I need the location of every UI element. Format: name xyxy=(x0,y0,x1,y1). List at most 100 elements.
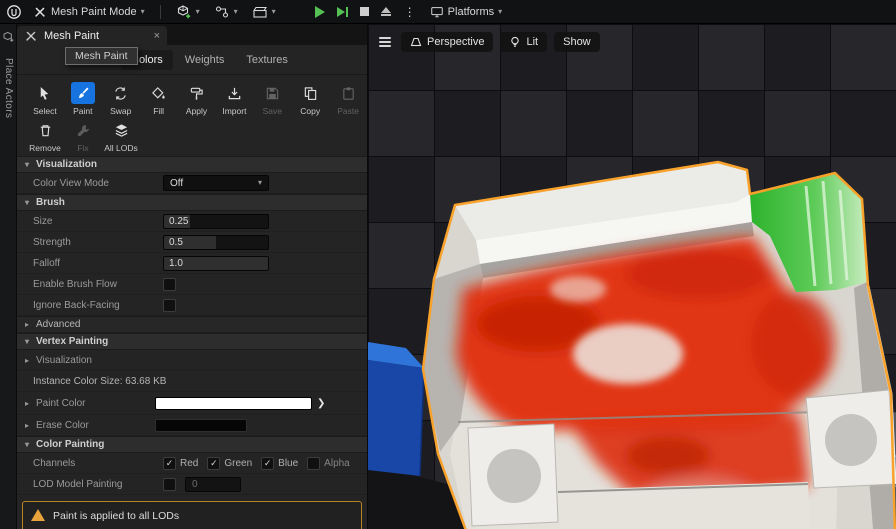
add-content-button[interactable]: ▾ xyxy=(169,2,207,22)
stop-button[interactable] xyxy=(354,7,375,16)
lod-layers-icon xyxy=(109,119,133,141)
section-vertex-painting[interactable]: ▾ Vertex Painting xyxy=(17,333,367,350)
warning-text: Paint is applied to all LODs xyxy=(53,507,179,522)
platforms-monitor-icon xyxy=(430,5,444,19)
section-color-painting[interactable]: ▾ Color Painting xyxy=(17,436,367,453)
save-tool-button[interactable]: Save xyxy=(253,82,291,116)
blue-cube-mesh[interactable] xyxy=(368,342,424,476)
brush-strength-slider[interactable]: 0.5 xyxy=(163,235,269,250)
cursor-icon xyxy=(33,82,57,104)
chevron-right-icon: ▸ xyxy=(23,320,31,329)
chevron-down-icon: ▾ xyxy=(498,8,502,16)
unreal-logo-icon xyxy=(6,4,22,20)
eject-button[interactable] xyxy=(375,7,397,16)
perspective-dropdown[interactable]: Perspective xyxy=(401,32,493,52)
brush-size-slider[interactable]: 0.25 xyxy=(163,214,269,229)
chevron-down-icon: ▾ xyxy=(23,440,31,449)
channel-blue[interactable]: ✓ Blue xyxy=(261,457,298,470)
platforms-label: Platforms xyxy=(448,6,494,18)
ignore-backfacing-checkbox[interactable] xyxy=(163,299,176,312)
copy-icon xyxy=(298,82,322,104)
color-view-mode-select[interactable]: Off ▾ xyxy=(163,175,269,191)
place-actors-rail[interactable]: Place Actors xyxy=(0,24,17,529)
paint-tool-button[interactable]: Paint xyxy=(64,82,102,116)
bumper xyxy=(558,482,810,529)
panel-tab-title: Mesh Paint xyxy=(44,30,99,42)
paint-color-row: ▸ Paint Color ❯ xyxy=(17,392,367,415)
section-brush[interactable]: ▾ Brush xyxy=(17,194,367,211)
erase-color-row: ▸ Erase Color xyxy=(17,415,367,436)
blue-checkbox[interactable]: ✓ xyxy=(261,457,274,470)
select-tool-button[interactable]: Select xyxy=(26,82,64,116)
show-flags-dropdown[interactable]: Show xyxy=(554,32,600,52)
chevron-down-icon: ▾ xyxy=(234,8,238,16)
swap-tool-button[interactable]: Swap xyxy=(102,82,140,116)
tool-palette: Select Paint xyxy=(17,75,367,156)
section-visualization[interactable]: ▾ Visualization xyxy=(17,156,367,173)
truck-mesh[interactable] xyxy=(423,162,895,529)
lod-painting-checkbox[interactable] xyxy=(163,478,176,491)
red-checkbox[interactable]: ✓ xyxy=(163,457,176,470)
import-tool-button[interactable]: Import xyxy=(215,82,253,116)
lit-label: Lit xyxy=(526,36,538,48)
paint-color-swatch[interactable] xyxy=(155,397,312,410)
mode-tools-icon xyxy=(33,5,47,19)
ignore-backfacing-row: Ignore Back-Facing xyxy=(17,295,367,316)
fill-tool-button[interactable]: Fill xyxy=(140,82,178,116)
lod-warning-banner: Paint is applied to all LODs xyxy=(22,501,362,529)
check-icon: ✓ xyxy=(210,459,218,468)
cinematics-button[interactable]: ▾ xyxy=(245,2,283,22)
mesh-paint-tab[interactable]: Mesh Paint × xyxy=(17,26,167,45)
blueprint-nodes-icon xyxy=(214,4,230,20)
chevron-right-icon: ▸ xyxy=(23,356,31,365)
alpha-checkbox[interactable] xyxy=(307,457,320,470)
mode-select-dropdown[interactable]: Mesh Paint Mode ▾ xyxy=(26,2,152,22)
remove-tool-button[interactable]: Remove xyxy=(26,119,64,153)
close-icon[interactable]: × xyxy=(154,30,160,42)
stop-icon xyxy=(360,7,369,16)
mesh-paint-tab-icon xyxy=(24,29,38,43)
apply-tool-button[interactable]: Apply xyxy=(178,82,216,116)
drag-tooltip: Mesh Paint xyxy=(65,47,138,65)
play-button[interactable] xyxy=(309,6,331,18)
scene-render xyxy=(368,24,896,529)
green-checkbox[interactable]: ✓ xyxy=(207,457,220,470)
channel-alpha[interactable]: Alpha xyxy=(307,457,350,470)
lit-mode-dropdown[interactable]: Lit xyxy=(500,32,547,52)
blueprints-button[interactable]: ▾ xyxy=(207,2,245,22)
import-arrow-icon xyxy=(222,82,246,104)
fix-tool-button[interactable]: Fix xyxy=(64,119,102,153)
mesh-paint-panel: Mesh Paint × Mesh Paint Colors Weights T… xyxy=(17,24,368,529)
chevron-down-icon: ▾ xyxy=(23,198,31,207)
paint-bucket-icon xyxy=(147,82,171,104)
viewport-options-menu[interactable] xyxy=(376,33,394,51)
brush-size-row: Size 0.25 xyxy=(17,211,367,232)
tab-weights[interactable]: Weights xyxy=(175,50,235,70)
tab-textures[interactable]: Textures xyxy=(236,50,298,70)
vp-visualization-row[interactable]: ▸ Visualization xyxy=(17,350,367,371)
paint-roller-icon xyxy=(185,82,209,104)
enable-brush-flow-checkbox[interactable] xyxy=(163,278,176,291)
channel-red[interactable]: ✓ Red xyxy=(163,457,198,470)
section-advanced[interactable]: ▸ Advanced xyxy=(17,316,367,333)
paste-tool-button[interactable]: Paste xyxy=(329,82,367,116)
play-icon xyxy=(315,6,325,18)
expand-color-icon[interactable]: ❯ xyxy=(317,398,325,409)
chevron-down-icon: ▾ xyxy=(272,8,276,16)
copy-tool-button[interactable]: Copy xyxy=(291,82,329,116)
lightbulb-icon xyxy=(509,36,521,48)
channel-green[interactable]: ✓ Green xyxy=(207,457,252,470)
lod-index-field[interactable]: 0 xyxy=(185,477,241,492)
all-lods-tool-button[interactable]: All LODs xyxy=(102,119,140,153)
chevron-down-icon: ▾ xyxy=(23,337,31,346)
frame-skip-button[interactable] xyxy=(331,7,354,17)
brush-falloff-slider[interactable]: 1.0 xyxy=(163,256,269,271)
frame-skip-icon xyxy=(337,7,348,17)
chevron-down-icon: ▾ xyxy=(23,160,31,169)
play-options-menu[interactable]: ⋮ xyxy=(397,5,423,19)
platforms-dropdown[interactable]: Platforms ▾ xyxy=(423,2,509,22)
erase-color-swatch[interactable] xyxy=(155,419,247,432)
level-viewport[interactable]: Perspective Lit Show xyxy=(368,24,896,529)
add-cube-icon xyxy=(176,4,192,20)
check-icon: ✓ xyxy=(166,459,174,468)
